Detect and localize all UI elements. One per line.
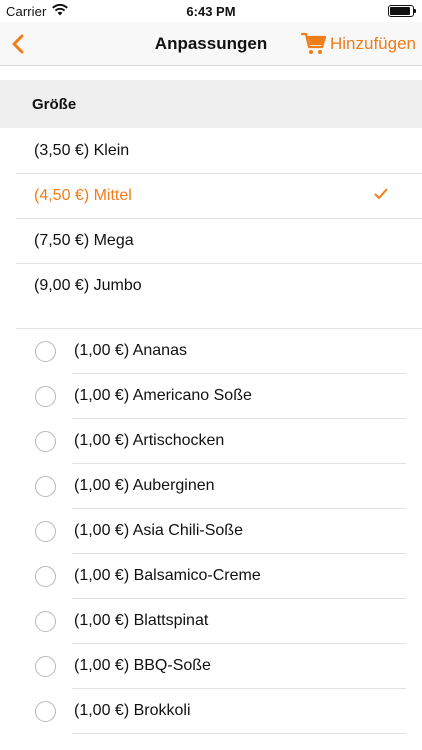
radio-button[interactable]	[35, 476, 56, 497]
add-button-label: Hinzufügen	[329, 34, 416, 53]
extra-item-label: (1,00 €) BBQ-Soße	[74, 657, 211, 674]
size-option-label: (9,00 €) Jumbo	[34, 277, 142, 294]
size-options-list: (3,50 €) Klein (4,50 €) Mittel (7,50 €) …	[0, 129, 422, 309]
radio-button[interactable]	[35, 431, 56, 452]
size-section-title: Größe	[32, 96, 77, 113]
row-divider	[72, 733, 406, 734]
size-option-label: (3,50 €) Klein	[34, 142, 130, 159]
battery-icon	[388, 5, 416, 17]
size-option-klein[interactable]: (3,50 €) Klein	[0, 129, 422, 174]
radio-button[interactable]	[35, 566, 56, 587]
extra-item-balsamico-creme[interactable]: (1,00 €) Balsamico-Creme	[0, 554, 422, 599]
radio-button[interactable]	[35, 611, 56, 632]
radio-button[interactable]	[35, 386, 56, 407]
extra-item-label: (1,00 €) Americano Soße	[74, 387, 252, 404]
extra-item-auberginen[interactable]: (1,00 €) Auberginen	[0, 464, 422, 509]
checkmark-icon	[374, 188, 388, 199]
size-option-mittel[interactable]: (4,50 €) Mittel	[0, 174, 422, 219]
navigation-bar: Anpassungen Hinzufügen	[0, 22, 422, 66]
shopping-cart-icon	[300, 32, 327, 54]
extra-item-label: (1,00 €) Artischocken	[74, 432, 225, 449]
extra-item-label: (1,00 €) Asia Chili-Soße	[74, 522, 243, 539]
extras-list: (1,00 €) Ananas (1,00 €) Americano Soße …	[0, 329, 422, 734]
radio-button[interactable]	[35, 521, 56, 542]
extra-item-label: (1,00 €) Balsamico-Creme	[74, 567, 261, 584]
extra-item-blattspinat[interactable]: (1,00 €) Blattspinat	[0, 599, 422, 644]
extra-item-brokkoli[interactable]: (1,00 €) Brokkoli	[0, 689, 422, 734]
clock: 6:43 PM	[186, 4, 236, 19]
extra-item-artischocken[interactable]: (1,00 €) Artischocken	[0, 419, 422, 464]
extra-item-label: (1,00 €) Ananas	[74, 342, 187, 359]
size-option-jumbo[interactable]: (9,00 €) Jumbo	[0, 264, 422, 309]
size-option-mega[interactable]: (7,50 €) Mega	[0, 219, 422, 264]
status-bar: Carrier 6:43 PM	[0, 0, 422, 22]
extra-item-americano-sosse[interactable]: (1,00 €) Americano Soße	[0, 374, 422, 419]
extra-item-label: (1,00 €) Auberginen	[74, 477, 215, 494]
add-to-cart-button[interactable]: Hinzufügen	[300, 30, 416, 58]
extra-item-label: (1,00 €) Brokkoli	[74, 702, 191, 719]
extra-item-ananas[interactable]: (1,00 €) Ananas	[0, 329, 422, 374]
extra-item-label: (1,00 €) Blattspinat	[74, 612, 209, 629]
radio-button[interactable]	[35, 341, 56, 362]
radio-button[interactable]	[35, 701, 56, 722]
extra-item-asia-chili-sosse[interactable]: (1,00 €) Asia Chili-Soße	[0, 509, 422, 554]
size-section-header: Größe	[0, 80, 422, 128]
radio-button[interactable]	[35, 656, 56, 677]
extra-item-bbq-sosse[interactable]: (1,00 €) BBQ-Soße	[0, 644, 422, 689]
size-option-label: (4,50 €) Mittel	[34, 187, 132, 204]
size-option-label: (7,50 €) Mega	[34, 232, 134, 249]
